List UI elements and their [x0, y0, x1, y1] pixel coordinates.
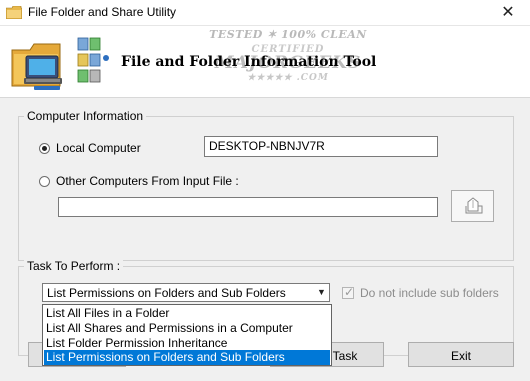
computer-information-legend: Computer Information — [24, 109, 147, 123]
dropdown-option[interactable]: List All Files in a Folder — [44, 306, 330, 321]
task-select[interactable]: List Permissions on Folders and Sub Fold… — [42, 283, 330, 302]
other-computers-radio[interactable] — [39, 176, 50, 187]
exclude-subfolders-checkbox[interactable]: ✓ — [342, 285, 355, 299]
check-icon: ✓ — [344, 285, 355, 299]
local-computer-radio[interactable] — [39, 143, 50, 154]
dropdown-option-selected[interactable]: List Permissions on Folders and Sub Fold… — [44, 350, 330, 365]
task-dropdown-list: List All Files in a Folder List All Shar… — [42, 304, 332, 366]
browse-icon — [465, 197, 483, 214]
other-computers-label: Other Computers From Input File : — [56, 174, 239, 188]
header-banner: TESTED ✶ 100% CLEAN CERTIFIED MAJORGEEKS… — [0, 26, 530, 98]
main-window-body: TESTED ✶ 100% CLEAN CERTIFIED MAJORGEEKS… — [0, 26, 530, 381]
input-file-field[interactable] — [58, 197, 438, 217]
browse-button[interactable] — [451, 190, 494, 222]
exit-label: Exit — [450, 349, 471, 363]
watermark-line: TESTED ✶ 100% CLEAN — [209, 28, 367, 41]
dropdown-option[interactable]: List All Shares and Permissions in a Com… — [44, 321, 330, 336]
folder-computer-icon — [11, 43, 62, 90]
exit-button[interactable]: Exit — [408, 342, 514, 367]
file-icons — [77, 37, 109, 83]
close-button[interactable]: ✕ — [486, 0, 530, 26]
watermark-line: ★★★★★ .COM — [247, 73, 329, 83]
title-bar: File Folder and Share Utility ✕ — [0, 0, 530, 26]
task-select-value: List Permissions on Folders and Sub Fold… — [47, 286, 286, 300]
folder-icon — [6, 6, 22, 19]
close-icon: ✕ — [501, 4, 515, 21]
task-legend: Task To Perform : — [24, 259, 124, 273]
chevron-down-icon[interactable]: ▼ — [314, 284, 329, 301]
exclude-subfolders-label: Do not include sub folders — [360, 286, 499, 300]
dropdown-option[interactable]: List Folder Permission Inheritance — [44, 336, 330, 351]
local-computer-label: Local Computer — [56, 141, 141, 155]
window-title: File Folder and Share Utility — [28, 5, 177, 19]
computer-name-field[interactable]: DESKTOP-NBNJV7R — [204, 136, 438, 157]
app-title: File and Folder Information Tool — [121, 54, 377, 70]
